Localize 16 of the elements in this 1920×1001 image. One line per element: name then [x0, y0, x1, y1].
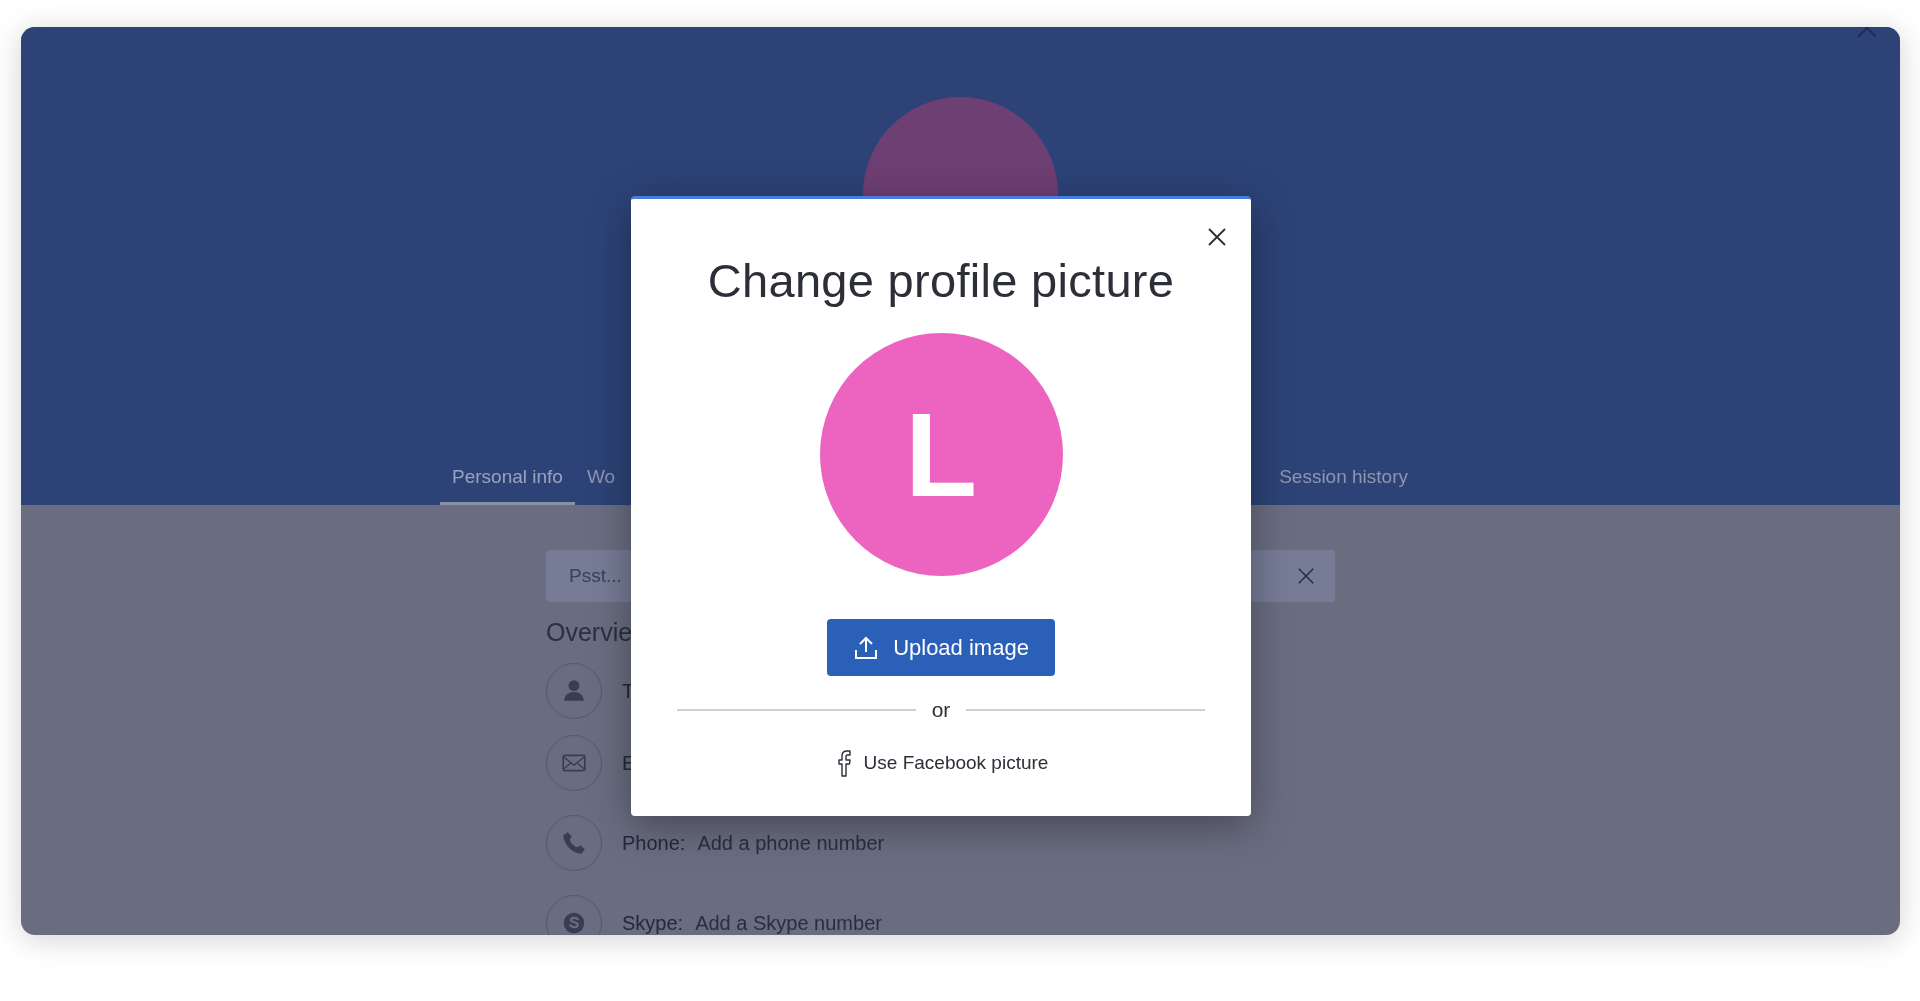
- separator-text: or: [931, 698, 951, 722]
- field-label: Phone:: [622, 831, 686, 855]
- field-label: Skype:: [622, 911, 684, 935]
- field-placeholder[interactable]: Add a phone number: [697, 831, 885, 855]
- avatar: L: [819, 333, 1063, 576]
- field-placeholder[interactable]: Add a Skype number: [695, 911, 882, 935]
- upload-button[interactable]: Upload image: [827, 619, 1055, 676]
- tip-text: Psst...: [569, 565, 622, 587]
- section-title: Overvie: [546, 618, 634, 647]
- upload-icon: [853, 634, 880, 661]
- phone-icon: [561, 830, 587, 856]
- tab[interactable]: Session history: [1267, 466, 1420, 505]
- tab[interactable]: Personal info: [440, 466, 575, 505]
- person-icon: [561, 678, 587, 704]
- facebook-link[interactable]: Use Facebook picture: [827, 748, 1055, 778]
- tab[interactable]: Wo: [574, 466, 628, 505]
